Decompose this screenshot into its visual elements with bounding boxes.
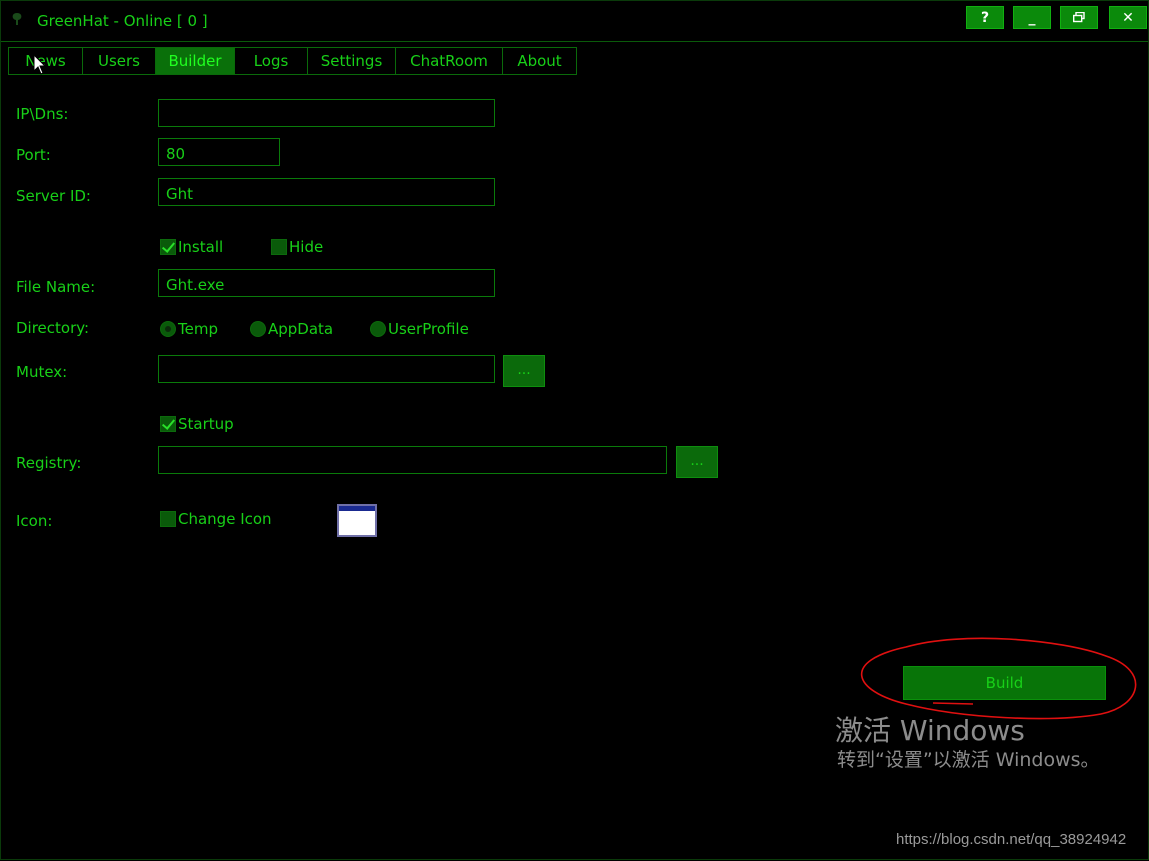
checkbox-unchecked-icon <box>271 239 287 255</box>
directory-radio-temp[interactable]: Temp <box>160 320 218 338</box>
restore-button[interactable] <box>1060 6 1098 29</box>
radio-unselected-icon <box>250 321 266 337</box>
ip-dns-input[interactable] <box>158 99 495 127</box>
install-checkbox[interactable]: Install <box>160 238 223 256</box>
directory-radio-userprofile[interactable]: UserProfile <box>370 320 469 338</box>
checkbox-checked-icon <box>160 416 176 432</box>
radio-unselected-icon <box>370 321 386 337</box>
checkbox-checked-icon <box>160 239 176 255</box>
activation-watermark-title: 激活 Windows <box>835 714 1025 747</box>
directory-label: Directory: <box>16 319 90 337</box>
directory-radio-appdata[interactable]: AppData <box>250 320 333 338</box>
window-title: GreenHat - Online [ 0 ] <box>37 12 208 30</box>
radio-label-userprofile: UserProfile <box>388 320 469 338</box>
server-id-label: Server ID: <box>16 187 91 205</box>
install-label: Install <box>178 238 224 256</box>
radio-label-temp: Temp <box>178 320 218 338</box>
file-name-label: File Name: <box>16 278 96 296</box>
close-button[interactable]: ✕ <box>1109 6 1147 29</box>
icon-label: Icon: <box>16 512 53 530</box>
mutex-label: Mutex: <box>16 363 68 381</box>
tab-users[interactable]: Users <box>82 47 156 75</box>
restore-icon <box>1072 11 1085 23</box>
ip-dns-label: IP\Dns: <box>16 105 69 123</box>
tab-builder[interactable]: Builder <box>155 47 235 75</box>
title-bar[interactable]: GreenHat - Online [ 0 ] ? _ ✕ <box>1 1 1148 39</box>
source-url-watermark: https://blog.csdn.net/qq_38924942 <box>896 831 1127 848</box>
startup-label: Startup <box>178 415 234 433</box>
help-button[interactable]: ? <box>966 6 1004 29</box>
radio-label-appdata: AppData <box>268 320 334 338</box>
registry-label: Registry: <box>16 454 82 472</box>
hide-label: Hide <box>289 238 324 256</box>
server-id-input[interactable] <box>158 178 495 206</box>
app-logo-icon <box>12 13 22 25</box>
registry-browse-button[interactable]: ... <box>676 446 718 478</box>
change-icon-label: Change Icon <box>178 510 272 528</box>
tab-logs[interactable]: Logs <box>234 47 308 75</box>
port-label: Port: <box>16 146 51 164</box>
hide-checkbox[interactable]: Hide <box>271 238 323 256</box>
icon-preview-titlebar <box>339 506 375 511</box>
activation-watermark-subtitle: 转到“设置”以激活 Windows。 <box>837 749 1100 771</box>
app-window: GreenHat - Online [ 0 ] ? _ ✕ News Users… <box>0 0 1149 860</box>
checkbox-unchecked-icon <box>160 511 176 527</box>
minimize-button[interactable]: _ <box>1013 6 1051 29</box>
icon-preview-window-icon[interactable] <box>337 504 377 537</box>
change-icon-checkbox[interactable]: Change Icon <box>160 510 272 528</box>
tab-chatroom[interactable]: ChatRoom <box>395 47 503 75</box>
mutex-input[interactable] <box>158 355 495 383</box>
radio-selected-icon <box>160 321 176 337</box>
tab-settings[interactable]: Settings <box>307 47 396 75</box>
mouse-cursor-icon <box>33 54 47 75</box>
file-name-input[interactable] <box>158 269 495 297</box>
tab-bar: News Users Builder Logs Settings ChatRoo… <box>8 47 577 75</box>
port-input[interactable] <box>158 138 280 166</box>
title-divider <box>1 41 1148 42</box>
tab-about[interactable]: About <box>502 47 577 75</box>
build-button[interactable]: Build <box>903 666 1106 700</box>
mutex-browse-button[interactable]: ... <box>503 355 545 387</box>
registry-input[interactable] <box>158 446 667 474</box>
startup-checkbox[interactable]: Startup <box>160 415 234 433</box>
